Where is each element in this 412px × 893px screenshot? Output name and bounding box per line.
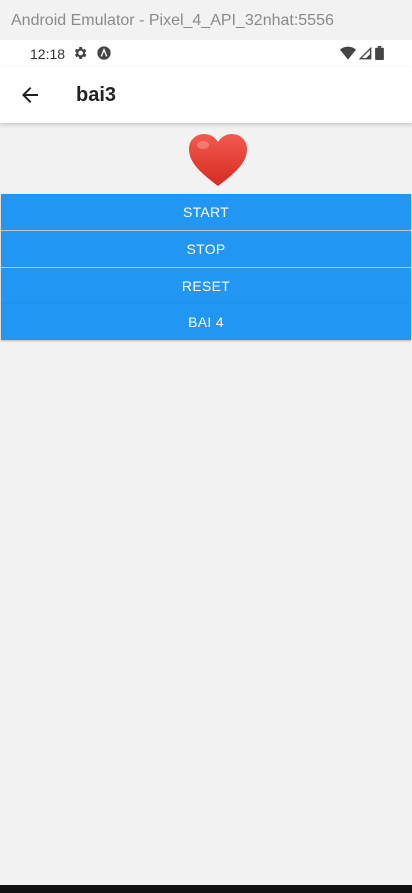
bai4-button[interactable]: BAI 4 (1, 304, 411, 340)
page-title: bai3 (76, 84, 117, 106)
stop-button[interactable]: STOP (1, 231, 411, 267)
wifi-icon (340, 46, 356, 60)
battery-icon (375, 46, 384, 60)
arrow-back-icon[interactable] (18, 83, 42, 107)
heart-icon (189, 134, 247, 186)
emulator-window-title: Android Emulator - Pixel_4_API_32nhat:55… (0, 0, 412, 40)
bottom-edge (0, 885, 412, 893)
a-icon (97, 46, 111, 60)
signal-icon (359, 46, 372, 59)
status-bar: 12:18 (0, 40, 412, 67)
app-bar: bai3 (0, 67, 412, 123)
status-time: 12:18 (30, 46, 66, 62)
reset-button[interactable]: RESET (1, 268, 411, 304)
start-button[interactable]: START (1, 194, 411, 230)
gear-icon (74, 47, 87, 59)
